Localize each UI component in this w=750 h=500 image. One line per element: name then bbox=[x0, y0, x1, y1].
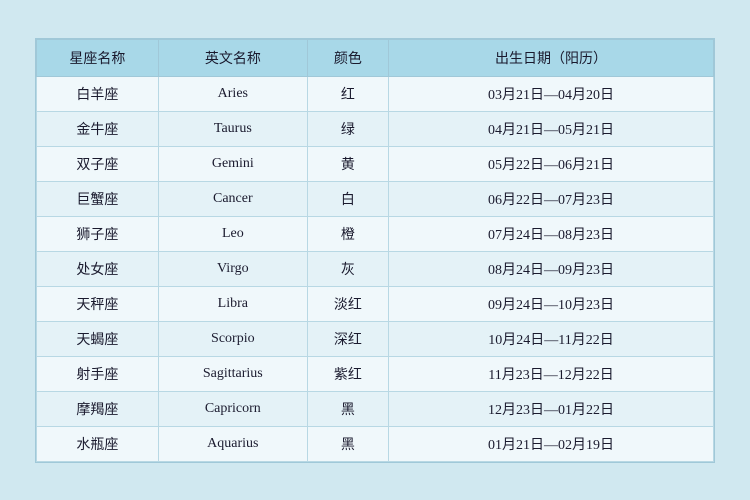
cell-chinese: 巨蟹座 bbox=[37, 181, 159, 216]
header-chinese: 星座名称 bbox=[37, 39, 159, 76]
header-date: 出生日期（阳历） bbox=[389, 39, 714, 76]
cell-date: 05月22日—06月21日 bbox=[389, 146, 714, 181]
cell-color: 黑 bbox=[307, 426, 388, 461]
cell-chinese: 白羊座 bbox=[37, 76, 159, 111]
cell-english: Virgo bbox=[158, 251, 307, 286]
cell-chinese: 狮子座 bbox=[37, 216, 159, 251]
table-row: 双子座Gemini黄05月22日—06月21日 bbox=[37, 146, 714, 181]
cell-color: 绿 bbox=[307, 111, 388, 146]
zodiac-table: 星座名称 英文名称 颜色 出生日期（阳历） 白羊座Aries红03月21日—04… bbox=[36, 39, 714, 462]
zodiac-table-container: 星座名称 英文名称 颜色 出生日期（阳历） 白羊座Aries红03月21日—04… bbox=[35, 38, 715, 463]
table-row: 摩羯座Capricorn黑12月23日—01月22日 bbox=[37, 391, 714, 426]
cell-color: 深红 bbox=[307, 321, 388, 356]
cell-date: 10月24日—11月22日 bbox=[389, 321, 714, 356]
cell-date: 04月21日—05月21日 bbox=[389, 111, 714, 146]
cell-date: 07月24日—08月23日 bbox=[389, 216, 714, 251]
cell-date: 06月22日—07月23日 bbox=[389, 181, 714, 216]
table-row: 天蝎座Scorpio深红10月24日—11月22日 bbox=[37, 321, 714, 356]
cell-chinese: 双子座 bbox=[37, 146, 159, 181]
cell-date: 08月24日—09月23日 bbox=[389, 251, 714, 286]
table-body: 白羊座Aries红03月21日—04月20日金牛座Taurus绿04月21日—0… bbox=[37, 76, 714, 461]
cell-english: Capricorn bbox=[158, 391, 307, 426]
table-row: 天秤座Libra淡红09月24日—10月23日 bbox=[37, 286, 714, 321]
header-english: 英文名称 bbox=[158, 39, 307, 76]
cell-date: 11月23日—12月22日 bbox=[389, 356, 714, 391]
cell-color: 紫红 bbox=[307, 356, 388, 391]
cell-chinese: 天蝎座 bbox=[37, 321, 159, 356]
table-row: 处女座Virgo灰08月24日—09月23日 bbox=[37, 251, 714, 286]
table-row: 水瓶座Aquarius黑01月21日—02月19日 bbox=[37, 426, 714, 461]
cell-date: 12月23日—01月22日 bbox=[389, 391, 714, 426]
cell-date: 09月24日—10月23日 bbox=[389, 286, 714, 321]
cell-chinese: 金牛座 bbox=[37, 111, 159, 146]
cell-english: Taurus bbox=[158, 111, 307, 146]
cell-english: Leo bbox=[158, 216, 307, 251]
cell-english: Gemini bbox=[158, 146, 307, 181]
cell-chinese: 水瓶座 bbox=[37, 426, 159, 461]
cell-english: Sagittarius bbox=[158, 356, 307, 391]
cell-color: 白 bbox=[307, 181, 388, 216]
cell-chinese: 摩羯座 bbox=[37, 391, 159, 426]
cell-color: 灰 bbox=[307, 251, 388, 286]
cell-color: 红 bbox=[307, 76, 388, 111]
cell-date: 01月21日—02月19日 bbox=[389, 426, 714, 461]
table-row: 金牛座Taurus绿04月21日—05月21日 bbox=[37, 111, 714, 146]
cell-color: 黑 bbox=[307, 391, 388, 426]
cell-english: Libra bbox=[158, 286, 307, 321]
cell-english: Scorpio bbox=[158, 321, 307, 356]
cell-chinese: 处女座 bbox=[37, 251, 159, 286]
cell-english: Cancer bbox=[158, 181, 307, 216]
cell-english: Aquarius bbox=[158, 426, 307, 461]
table-row: 狮子座Leo橙07月24日—08月23日 bbox=[37, 216, 714, 251]
cell-color: 橙 bbox=[307, 216, 388, 251]
table-row: 射手座Sagittarius紫红11月23日—12月22日 bbox=[37, 356, 714, 391]
table-row: 巨蟹座Cancer白06月22日—07月23日 bbox=[37, 181, 714, 216]
cell-chinese: 射手座 bbox=[37, 356, 159, 391]
cell-date: 03月21日—04月20日 bbox=[389, 76, 714, 111]
cell-english: Aries bbox=[158, 76, 307, 111]
cell-color: 淡红 bbox=[307, 286, 388, 321]
table-header-row: 星座名称 英文名称 颜色 出生日期（阳历） bbox=[37, 39, 714, 76]
cell-chinese: 天秤座 bbox=[37, 286, 159, 321]
header-color: 颜色 bbox=[307, 39, 388, 76]
cell-color: 黄 bbox=[307, 146, 388, 181]
table-row: 白羊座Aries红03月21日—04月20日 bbox=[37, 76, 714, 111]
